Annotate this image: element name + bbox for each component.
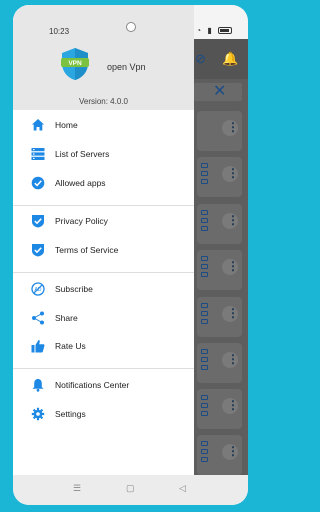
home-button[interactable]: ▢	[126, 483, 135, 494]
vpn-shield-logo: VPN	[61, 48, 89, 80]
navigation-drawer: VPN open Vpn Version: 4.0.0 Home List of…	[13, 5, 194, 475]
thumbs-up-icon	[31, 340, 45, 353]
more-options-icon[interactable]	[222, 166, 239, 182]
menu-divider	[13, 272, 194, 273]
menu-label: Rate Us	[55, 341, 86, 351]
server-card[interactable]	[197, 435, 242, 475]
menu-divider	[13, 205, 194, 206]
server-signal-icon	[201, 210, 209, 234]
menu-label: Terms of Service	[55, 245, 119, 255]
server-signal-icon	[201, 349, 209, 373]
signal-icon: ▮	[207, 26, 214, 35]
share-icon	[32, 311, 44, 325]
menu-label: Notifications Center	[55, 380, 130, 390]
bell-icon[interactable]: 🔔	[222, 51, 238, 67]
logo-text: VPN	[68, 60, 82, 67]
status-icons: ◔ ▮	[196, 26, 232, 35]
front-camera	[126, 22, 136, 32]
gear-icon	[31, 407, 45, 421]
menu-label: List of Servers	[55, 149, 110, 159]
server-card[interactable]	[197, 204, 242, 244]
server-card[interactable]	[197, 250, 242, 290]
menu-item-list-of-servers[interactable]: List of Servers	[13, 140, 194, 168]
menu-item-privacy-policy[interactable]: Privacy Policy	[13, 207, 194, 235]
close-icon[interactable]: ✕	[213, 81, 226, 101]
server-card[interactable]	[197, 111, 242, 151]
menu-label: Subscribe	[55, 284, 93, 294]
menu-item-notifications-center[interactable]: Notifications Center	[13, 371, 194, 399]
drawer-header: VPN open Vpn Version: 4.0.0	[13, 5, 194, 110]
server-signal-icon	[201, 303, 209, 327]
recent-apps-button[interactable]: ☰	[73, 483, 81, 494]
shield-check-icon	[32, 244, 44, 257]
shield-check-icon	[32, 215, 44, 228]
server-card[interactable]	[197, 297, 242, 337]
battery-icon	[218, 27, 232, 35]
no-ads-icon[interactable]: ⊘	[195, 51, 206, 67]
server-signal-icon	[201, 441, 209, 465]
menu-label: Home	[55, 120, 78, 130]
menu-item-allowed-apps[interactable]: Allowed apps	[13, 169, 194, 197]
menu-item-home[interactable]: Home	[13, 111, 194, 139]
menu-divider	[13, 368, 194, 369]
menu-item-rate-us[interactable]: Rate Us	[13, 332, 194, 360]
server-card[interactable]	[197, 343, 242, 383]
more-options-icon[interactable]	[222, 306, 239, 322]
menu-item-subscribe[interactable]: AD Subscribe	[13, 275, 194, 303]
more-options-icon[interactable]	[222, 120, 239, 136]
server-signal-icon	[201, 395, 209, 419]
status-time: 10:23	[49, 27, 70, 36]
subscribe-no-ads-icon: AD	[31, 282, 45, 296]
app-name: open Vpn	[107, 62, 146, 72]
server-signal-icon	[201, 256, 209, 280]
home-icon	[32, 119, 44, 131]
menu-label: Privacy Policy	[55, 216, 108, 226]
system-navigation-bar: ☰ ▢ ◁	[13, 475, 248, 505]
check-circle-icon	[31, 176, 45, 190]
menu-item-share[interactable]: Share	[13, 304, 194, 332]
more-options-icon[interactable]	[222, 352, 239, 368]
server-signal-icon	[201, 163, 209, 187]
more-options-icon[interactable]	[222, 259, 239, 275]
app-version: Version: 4.0.0	[79, 97, 128, 106]
server-card[interactable]	[197, 389, 242, 429]
more-options-icon[interactable]	[222, 213, 239, 229]
bell-icon	[32, 379, 44, 392]
menu-label: Allowed apps	[55, 178, 106, 188]
back-button[interactable]: ◁	[179, 483, 186, 494]
more-options-icon[interactable]	[222, 398, 239, 414]
server-list-icon	[31, 148, 45, 160]
more-options-icon[interactable]	[222, 444, 239, 460]
server-card[interactable]	[197, 157, 242, 197]
menu-label: Settings	[55, 409, 86, 419]
menu-item-terms-of-service[interactable]: Terms of Service	[13, 236, 194, 264]
phone-frame: 10:23 ◔ ▮ ⊘ 🔔 ✕ ⋮ ⋮ ⋮ ⋮ ⋮ ⋮ ⋮ ⋮ VPN open…	[13, 5, 248, 505]
svg-text:AD: AD	[35, 287, 42, 293]
wifi-icon: ◔	[196, 26, 204, 35]
menu-item-settings[interactable]: Settings	[13, 400, 194, 428]
menu-label: Share	[55, 313, 78, 323]
